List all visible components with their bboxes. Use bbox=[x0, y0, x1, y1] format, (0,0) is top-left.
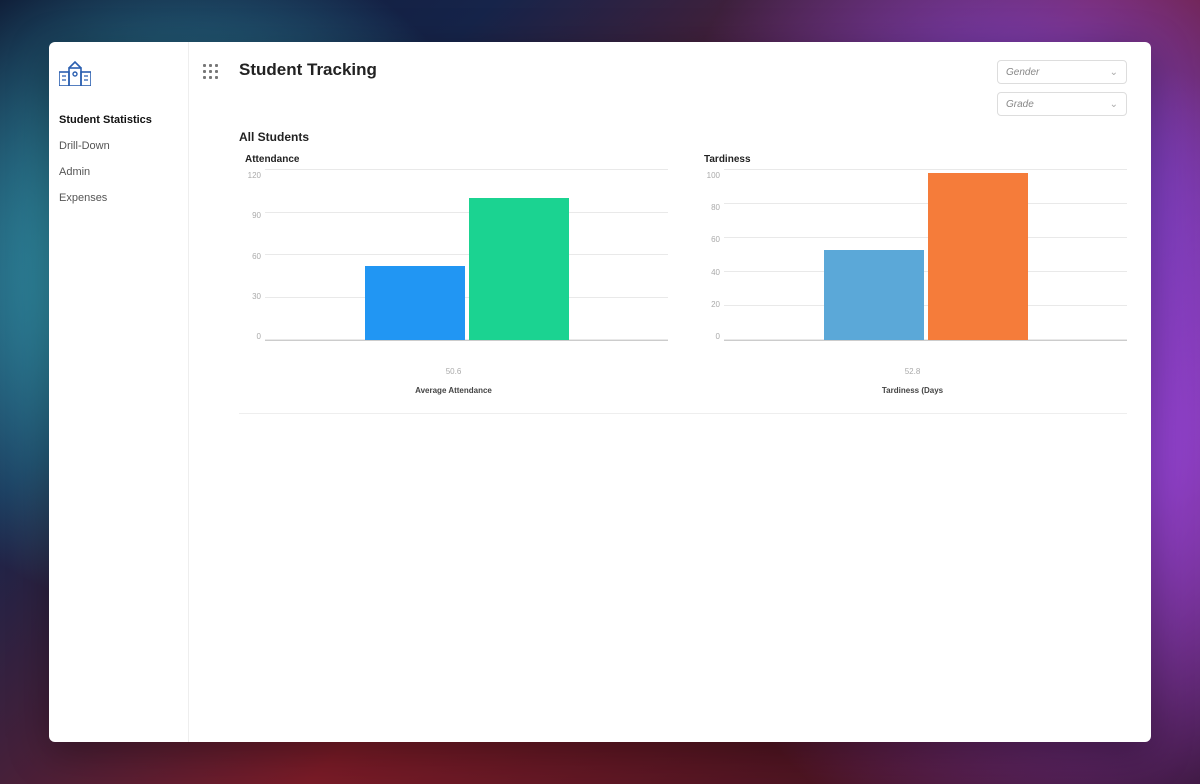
sidebar-item-label: Drill-Down bbox=[59, 140, 110, 152]
y-axis: 100 80 60 40 20 0 bbox=[698, 171, 724, 341]
bars-group bbox=[265, 171, 668, 340]
apps-grid-icon[interactable] bbox=[203, 64, 218, 79]
sidebar-item-label: Student Statistics bbox=[59, 114, 152, 126]
x-tick: 52.8 bbox=[698, 367, 1127, 376]
y-tick: 30 bbox=[239, 292, 261, 301]
sidebar-item-admin[interactable]: Admin bbox=[49, 159, 188, 185]
x-axis-label: Tardiness (Days bbox=[698, 386, 1127, 395]
y-axis: 120 90 60 30 0 bbox=[239, 171, 265, 341]
chart-title: Attendance bbox=[245, 154, 668, 165]
chart-attendance: Attendance 120 90 60 30 0 50.6 bbox=[239, 154, 668, 395]
y-tick: 60 bbox=[698, 235, 720, 244]
bar-series-b bbox=[469, 198, 569, 340]
page-title: Student Tracking bbox=[239, 60, 377, 80]
x-axis-label: Average Attendance bbox=[239, 386, 668, 395]
content: All Students Attendance 120 90 60 30 0 bbox=[189, 126, 1151, 414]
select-placeholder: Grade bbox=[1006, 99, 1034, 110]
bars-group bbox=[724, 171, 1127, 340]
sidebar-item-label: Admin bbox=[59, 166, 90, 178]
y-tick: 40 bbox=[698, 268, 720, 277]
app-window: Student Statistics Drill-Down Admin Expe… bbox=[49, 42, 1151, 742]
sidebar-item-student-statistics[interactable]: Student Statistics bbox=[49, 107, 188, 133]
y-tick: 0 bbox=[698, 332, 720, 341]
sidebar-item-expenses[interactable]: Expenses bbox=[49, 185, 188, 211]
desktop-background: Student Statistics Drill-Down Admin Expe… bbox=[0, 0, 1200, 784]
sidebar-item-drill-down[interactable]: Drill-Down bbox=[49, 133, 188, 159]
plot-area bbox=[724, 171, 1127, 341]
bar-series-a bbox=[365, 266, 465, 340]
charts-row: Attendance 120 90 60 30 0 50.6 bbox=[239, 154, 1127, 414]
y-tick: 60 bbox=[239, 252, 261, 261]
gender-select[interactable]: Gender ⌄ bbox=[997, 60, 1127, 84]
plot-area bbox=[265, 171, 668, 341]
sidebar-item-label: Expenses bbox=[59, 192, 107, 204]
chart-title: Tardiness bbox=[704, 154, 1127, 165]
filters: Gender ⌄ Grade ⌄ bbox=[997, 60, 1127, 116]
chart-body: 100 80 60 40 20 0 bbox=[698, 171, 1127, 361]
chevron-down-icon: ⌄ bbox=[1110, 67, 1118, 78]
gridline bbox=[724, 169, 1127, 170]
y-tick: 80 bbox=[698, 203, 720, 212]
y-tick: 20 bbox=[698, 300, 720, 309]
y-tick: 0 bbox=[239, 332, 261, 341]
header: Student Tracking Gender ⌄ Grade ⌄ bbox=[189, 42, 1151, 126]
bar-series-b bbox=[928, 173, 1028, 340]
chart-tardiness: Tardiness 100 80 60 40 20 0 bbox=[698, 154, 1127, 395]
y-tick: 120 bbox=[239, 171, 261, 180]
grade-select[interactable]: Grade ⌄ bbox=[997, 92, 1127, 116]
y-tick: 90 bbox=[239, 211, 261, 220]
section-title: All Students bbox=[239, 130, 1127, 144]
app-logo-school-icon bbox=[49, 56, 188, 107]
bar-series-a bbox=[824, 250, 924, 340]
main-area: Student Tracking Gender ⌄ Grade ⌄ All St… bbox=[189, 42, 1151, 742]
chevron-down-icon: ⌄ bbox=[1110, 99, 1118, 110]
chart-body: 120 90 60 30 0 bbox=[239, 171, 668, 361]
y-tick: 100 bbox=[698, 171, 720, 180]
x-tick: 50.6 bbox=[239, 367, 668, 376]
sidebar: Student Statistics Drill-Down Admin Expe… bbox=[49, 42, 189, 742]
select-placeholder: Gender bbox=[1006, 67, 1039, 78]
gridline bbox=[265, 169, 668, 170]
